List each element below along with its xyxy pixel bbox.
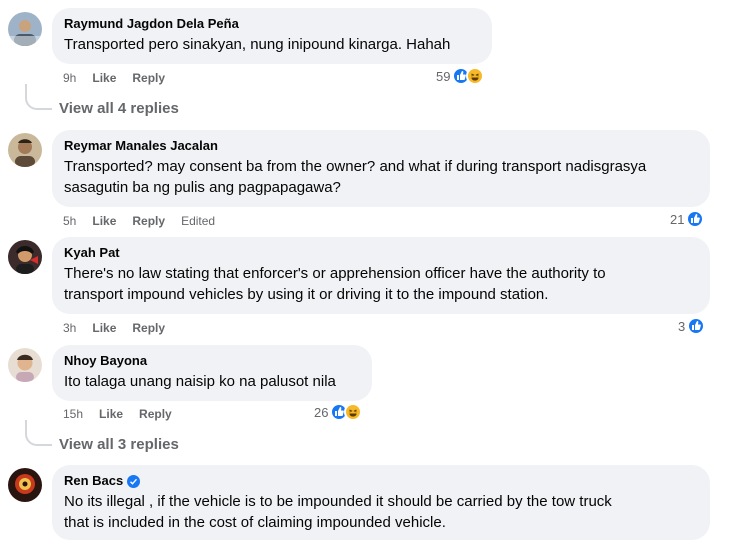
haha-icon [466, 67, 485, 85]
comment-text: Transported pero sinakyan, nung inipound… [64, 36, 451, 53]
comment-text: No its illegal , if the vehicle is to be… [64, 493, 612, 531]
avatar[interactable] [8, 468, 42, 502]
avatar[interactable] [8, 12, 42, 46]
avatar[interactable] [8, 133, 42, 167]
comment-author[interactable]: Nhoy Bayona [64, 353, 360, 369]
comment-actions: 9h Like Reply [63, 70, 165, 86]
comment-author[interactable]: Ren Bacs [64, 473, 698, 489]
comment-actions: 5h Like Reply Edited [63, 213, 215, 229]
comment-time[interactable]: 9h [63, 70, 76, 86]
comment-bubble: Ren Bacs No its illegal , if the vehicle… [52, 465, 710, 540]
comment-time[interactable]: 5h [63, 213, 76, 229]
view-replies-link[interactable]: View all 3 replies [59, 436, 179, 453]
view-replies-link[interactable]: View all 4 replies [59, 100, 179, 117]
comment-bubble: Kyah Pat There's no law stating that enf… [52, 237, 710, 314]
haha-icon [344, 403, 363, 421]
thread-connector [25, 420, 52, 446]
reaction-summary[interactable]: 26 [314, 403, 363, 421]
comment-time[interactable]: 3h [63, 320, 76, 336]
comment-text: There's no law stating that enforcer's o… [64, 265, 606, 303]
reaction-summary[interactable]: 59 [436, 67, 485, 85]
comment-bubble: Reymar Manales Jacalan Transported? may … [52, 130, 710, 207]
comment-text: Ito talaga unang naisip ko na palusot ni… [64, 373, 336, 390]
comment-bubble: Nhoy Bayona Ito talaga unang naisip ko n… [52, 345, 372, 401]
verified-badge-icon [127, 474, 141, 488]
like-button[interactable]: Like [99, 406, 123, 422]
comment-author[interactable]: Raymund Jagdon Dela Peña [64, 16, 480, 32]
reaction-count: 26 [314, 404, 329, 420]
edited-label: Edited [181, 214, 216, 228]
like-button[interactable]: Like [92, 70, 116, 86]
reply-button[interactable]: Reply [132, 70, 165, 86]
comment-text: Transported? may consent ba from the own… [64, 158, 647, 196]
thread-connector [25, 84, 52, 110]
comment-author[interactable]: Kyah Pat [64, 245, 698, 261]
like-button[interactable]: Like [92, 320, 116, 336]
comment-author[interactable]: Reymar Manales Jacalan [64, 138, 698, 154]
like-button[interactable]: Like [92, 213, 116, 229]
like-icon [687, 317, 706, 335]
reply-button[interactable]: Reply [139, 406, 172, 422]
reaction-count: 3 [678, 318, 686, 334]
comment-actions: 3h Like Reply [63, 320, 165, 336]
reaction-summary[interactable]: 3 [678, 317, 706, 335]
comment-bubble: Raymund Jagdon Dela Peña Transported per… [52, 8, 492, 64]
reply-button[interactable]: Reply [132, 320, 165, 336]
comment-actions: 15h Like Reply [63, 406, 172, 422]
avatar[interactable] [8, 348, 42, 382]
reaction-summary[interactable]: 21 [670, 210, 705, 228]
comment-time[interactable]: 15h [63, 406, 83, 422]
reply-button[interactable]: Reply [132, 213, 165, 229]
reaction-count: 21 [670, 211, 685, 227]
avatar[interactable] [8, 240, 42, 274]
reaction-count: 59 [436, 68, 451, 84]
like-icon [686, 210, 705, 228]
